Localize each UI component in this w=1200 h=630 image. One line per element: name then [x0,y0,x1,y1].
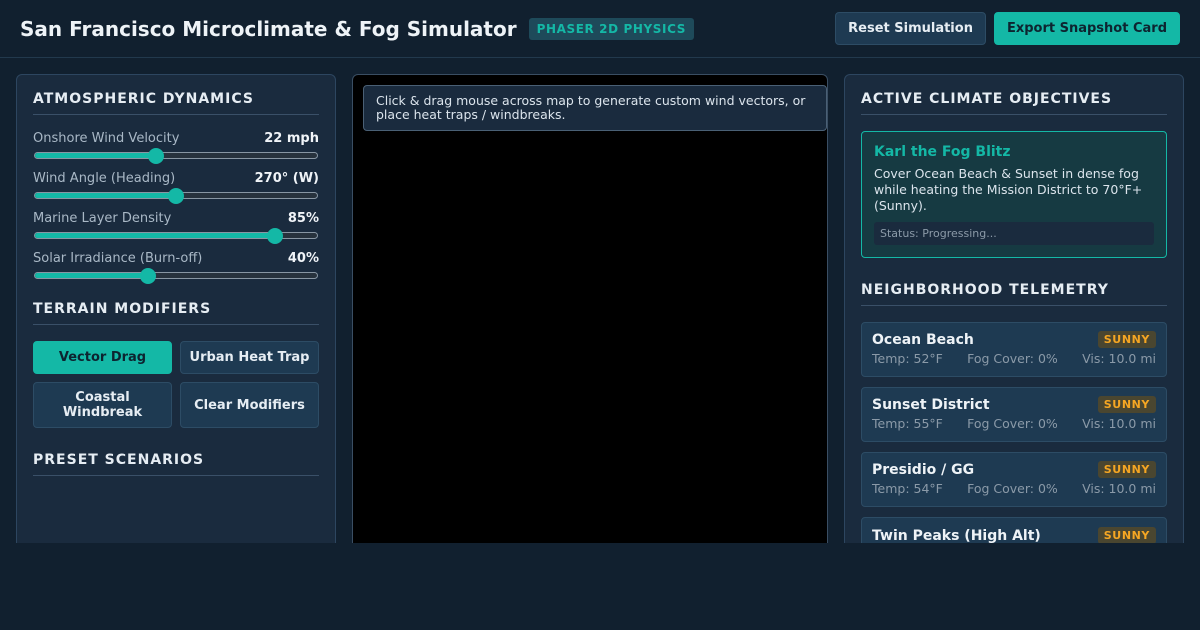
neighborhood-telemetry-title: NEIGHBORHOOD TELEMETRY [861,282,1167,306]
objective-description: Cover Ocean Beach & Sunset in dense fog … [874,166,1143,213]
weather-badge: SUNNY [1097,331,1156,348]
slider-fill [35,193,176,198]
atmospheric-dynamics-title: ATMOSPHERIC DYNAMICS [33,91,319,115]
solar-irradiance-slider[interactable] [34,267,318,284]
main-area: ATMOSPHERIC DYNAMICS Onshore Wind Veloci… [0,58,1200,543]
temperature-reading: Temp: 54°F [872,481,943,496]
slider-label: Marine Layer Density [33,211,172,226]
slider-value: 40% [287,251,319,266]
fog-cover-reading: Fog Cover: 0% [967,481,1058,496]
neighborhood-name: Ocean Beach [872,331,974,348]
slider-value: 85% [287,211,319,226]
wind-velocity-slider[interactable] [34,147,318,164]
urban-heat-trap-button[interactable]: Urban Heat Trap [180,341,319,374]
slider-label: Wind Angle (Heading) [33,171,176,186]
weather-badge: SUNNY [1097,396,1156,413]
neighborhood-name: Presidio / GG [872,461,975,478]
slider-fill [35,273,148,278]
visibility-reading: Vis: 10.0 mi [1082,481,1156,496]
map-instructions: Click & drag mouse across map to generat… [363,85,827,131]
neighborhood-name: Sunset District [872,396,990,413]
temperature-reading: Temp: 52°F [872,351,943,366]
objective-card: Karl the Fog Blitz Cover Ocean Beach & S… [861,131,1167,258]
coastal-windbreak-button[interactable]: Coastal Windbreak [33,382,172,428]
slider-thumb[interactable] [139,267,156,284]
slider-thumb[interactable] [148,147,165,164]
export-snapshot-button[interactable]: Export Snapshot Card [993,12,1180,45]
vector-drag-button[interactable]: Vector Drag [33,341,172,374]
weather-badge: SUNNY [1097,461,1156,478]
controls-panel: ATMOSPHERIC DYNAMICS Onshore Wind Veloci… [16,74,336,543]
engine-badge: PHASER 2D PHYSICS [528,17,694,40]
slider-label: Solar Irradiance (Burn-off) [33,251,203,266]
terrain-modifiers-title: TERRAIN MODIFIERS [33,301,319,325]
neighborhood-card-ocean-beach: Ocean Beach SUNNY Temp: 52°F Fog Cover: 0%… [861,322,1167,377]
wind-angle-slider[interactable] [34,187,318,204]
objective-status: Status: Progressing... [874,222,1154,245]
active-objectives-title: ACTIVE CLIMATE OBJECTIVES [861,91,1167,115]
slider-value: 270° (W) [254,171,319,186]
clear-modifiers-button[interactable]: Clear Modifiers [180,382,319,428]
visibility-reading: Vis: 10.0 mi [1082,351,1156,366]
slider-fill [35,233,275,238]
marine-layer-slider[interactable] [34,227,318,244]
reset-simulation-button[interactable]: Reset Simulation [835,12,986,45]
fog-cover-reading: Fog Cover: 0% [967,351,1058,366]
slider-wind-angle: Wind Angle (Heading) 270° (W) [33,171,319,204]
simulation-canvas[interactable]: Click & drag mouse across map to generat… [352,74,828,543]
neighborhood-card-presidio: Presidio / GG SUNNY Temp: 54°F Fog Cover: … [861,452,1167,507]
neighborhood-card-twin-peaks: Twin Peaks (High Alt) SUNNY [861,517,1167,543]
app-header: San Francisco Microclimate & Fog Simulat… [0,0,1200,58]
weather-badge: SUNNY [1097,527,1156,543]
header-actions: Reset Simulation Export Snapshot Card [835,12,1180,45]
slider-label: Onshore Wind Velocity [33,131,180,146]
terrain-modifier-grid: Vector Drag Urban Heat Trap Coastal Wind… [33,341,319,428]
slider-wind-velocity: Onshore Wind Velocity 22 mph [33,131,319,164]
temperature-reading: Temp: 55°F [872,416,943,431]
preset-scenarios-title: PRESET SCENARIOS [33,452,319,476]
slider-value: 22 mph [264,131,319,146]
visibility-reading: Vis: 10.0 mi [1082,416,1156,431]
slider-thumb[interactable] [168,187,184,204]
slider-fill [35,153,157,158]
neighborhood-card-sunset-district: Sunset District SUNNY Temp: 55°F Fog Cover… [861,387,1167,442]
neighborhood-name: Twin Peaks (High Alt) [872,527,1041,544]
slider-solar-irradiance: Solar Irradiance (Burn-off) 40% [33,251,319,284]
page-title: San Francisco Microclimate & Fog Simulat… [20,16,517,41]
fog-cover-reading: Fog Cover: 0% [967,416,1058,431]
slider-thumb[interactable] [266,227,283,244]
objective-title: Karl the Fog Blitz [874,144,1011,160]
slider-marine-layer: Marine Layer Density 85% [33,211,319,244]
objectives-panel: ACTIVE CLIMATE OBJECTIVES Karl the Fog B… [844,74,1184,543]
